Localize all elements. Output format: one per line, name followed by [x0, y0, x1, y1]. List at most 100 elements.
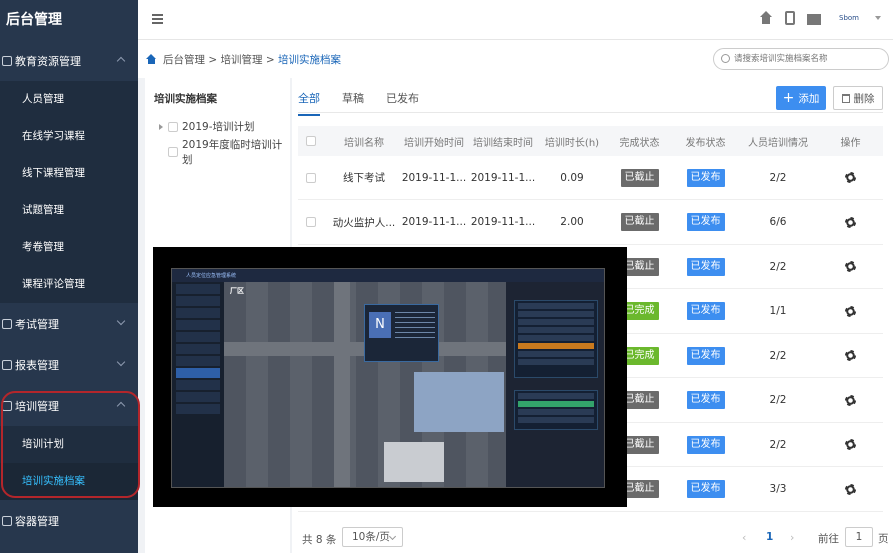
cell-people: 3/3	[769, 483, 787, 495]
menu-item-people[interactable]: 人员管理	[0, 81, 138, 118]
gear-icon[interactable]	[845, 483, 856, 495]
info-lines	[395, 312, 435, 342]
cell-people: 2/2	[769, 438, 787, 451]
caret-right-icon[interactable]	[159, 123, 163, 130]
publish-status-badge: 已发布	[686, 391, 725, 409]
table-row: 动火监护人... 2019-11-1... 2019-11-1... 2.00 已截止已…	[298, 201, 883, 245]
menu-toggle-icon[interactable]	[152, 14, 163, 24]
menu-label: 教育资源管理	[15, 54, 81, 68]
column-header: 人员培训情况	[748, 137, 808, 149]
menu-exam-management[interactable]: 考试管理	[0, 303, 138, 344]
breadcrumb-item[interactable]: 培训管理	[221, 54, 263, 66]
menu-training-management[interactable]: 培训管理	[0, 385, 138, 426]
page-number[interactable]: 1	[766, 531, 773, 543]
menu-label: 培训管理	[15, 399, 59, 413]
menu-education-resources[interactable]: 教育资源管理	[0, 40, 138, 81]
row-checkbox[interactable]	[306, 172, 316, 183]
column-header: 培训开始时间	[404, 137, 464, 149]
tree-checkbox[interactable]	[168, 147, 178, 157]
home-icon[interactable]	[759, 11, 773, 25]
search-box	[713, 48, 889, 70]
preview-menu-item	[176, 344, 220, 354]
menu-item-course-comments[interactable]: 课程评论管理	[0, 266, 138, 303]
caret-down-icon[interactable]	[875, 16, 881, 20]
menu-item-offline-courses[interactable]: 线下课程管理	[0, 155, 138, 192]
search-icon	[721, 54, 730, 63]
chevron-up-icon	[116, 56, 126, 66]
aerial-map: 厂区 N	[224, 282, 506, 487]
select-all-checkbox[interactable]	[306, 136, 316, 146]
mail-icon[interactable]	[807, 13, 821, 25]
person-info-popup: N	[364, 304, 439, 362]
preview-menu-item	[176, 284, 220, 294]
book-icon	[2, 55, 12, 66]
building-roof	[414, 372, 504, 432]
panel-row	[518, 335, 594, 341]
menu-container-management[interactable]: 容器管理	[0, 500, 138, 541]
page-size-select[interactable]: 10条/页	[342, 527, 403, 547]
menu-report-management[interactable]: 报表管理	[0, 344, 138, 385]
total-count: 共 8 条	[302, 534, 337, 546]
prev-page-icon[interactable]: ‹	[742, 531, 746, 544]
cell-end-time: 2019-11-1...	[470, 216, 536, 228]
gear-icon[interactable]	[845, 216, 856, 228]
tree-checkbox[interactable]	[168, 121, 178, 132]
cell-hours: 2.00	[560, 216, 584, 228]
phone-icon[interactable]	[785, 11, 795, 25]
add-button[interactable]: + 添加	[776, 86, 826, 110]
chevron-down-icon	[116, 316, 126, 326]
cell-name[interactable]: 动火监护人...	[328, 215, 400, 230]
tree-node[interactable]: 2019-培训计划	[159, 119, 255, 134]
panel-row	[518, 359, 594, 365]
cell-end-time: 2019-11-1...	[470, 171, 536, 184]
preview-menu-item	[176, 296, 220, 306]
plus-icon: +	[782, 90, 795, 106]
preview-right-panel	[506, 282, 604, 487]
gear-icon[interactable]	[845, 350, 856, 361]
submenu-training: 培训计划 培训实施档案	[0, 426, 138, 500]
menu-item-online-courses[interactable]: 在线学习课程	[0, 118, 138, 155]
goto-page-input[interactable]: 1	[845, 527, 873, 547]
cell-people: 2/2	[769, 349, 787, 362]
breadcrumb-item[interactable]: 后台管理	[163, 54, 205, 66]
home-icon[interactable]	[146, 54, 157, 64]
tree-title: 培训实施档案	[154, 93, 217, 105]
gear-icon[interactable]	[845, 439, 856, 450]
chevron-up-icon	[116, 401, 126, 411]
cell-people: 2/2	[769, 171, 787, 184]
delete-button[interactable]: 删除	[833, 86, 883, 110]
gear-icon[interactable]	[845, 172, 856, 183]
menu-group-education: 教育资源管理 人员管理 在线学习课程 线下课程管理 试题管理 考卷管理 课程评论…	[0, 40, 138, 303]
user-name[interactable]: Sbom	[839, 14, 859, 22]
completion-status-badge: 已截止	[620, 168, 659, 187]
tree-node[interactable]: 2019年度临时培训计划	[168, 137, 290, 167]
menu-item-training-plan[interactable]: 培训计划	[0, 426, 138, 463]
trash-icon	[841, 93, 850, 103]
publish-status-badge: 已发布	[686, 435, 725, 454]
cell-name[interactable]: 线下考试	[328, 170, 400, 185]
column-header: 操作	[840, 137, 861, 149]
breadcrumb-separator: >	[265, 54, 275, 66]
table-row: 线下考试 2019-11-1... 2019-11-1... 0.09 已截止 已发布 2/…	[298, 156, 883, 200]
row-checkbox[interactable]	[306, 217, 316, 227]
road	[334, 282, 350, 487]
column-header: 培训结束时间	[473, 137, 533, 149]
breadcrumb-separator: >	[208, 54, 218, 66]
menu-item-questions[interactable]: 试题管理	[0, 192, 138, 229]
preview-header: 人员定位应急管理系统	[172, 269, 604, 282]
menu-item-training-archive[interactable]: 培训实施档案	[0, 463, 138, 500]
delete-button-label: 删除	[853, 92, 875, 105]
breadcrumb-bar: 后台管理 > 培训管理 > 培训实施档案	[138, 40, 893, 78]
gear-icon[interactable]	[845, 261, 856, 272]
preview-menu-item	[176, 380, 220, 390]
cell-hours: 0.09	[560, 171, 584, 184]
cell-people: 2/2	[769, 260, 787, 273]
gear-icon[interactable]	[845, 394, 856, 406]
add-button-label: 添加	[798, 92, 820, 105]
building-roof	[384, 442, 444, 482]
sidebar: 后台管理 教育资源管理 人员管理 在线学习课程 线下课程管理 试题管理 考卷管理…	[0, 0, 138, 553]
search-input[interactable]	[734, 51, 879, 67]
menu-item-exam-papers[interactable]: 考卷管理	[0, 229, 138, 266]
next-page-icon[interactable]: ›	[790, 531, 794, 544]
gear-icon[interactable]	[845, 305, 856, 317]
